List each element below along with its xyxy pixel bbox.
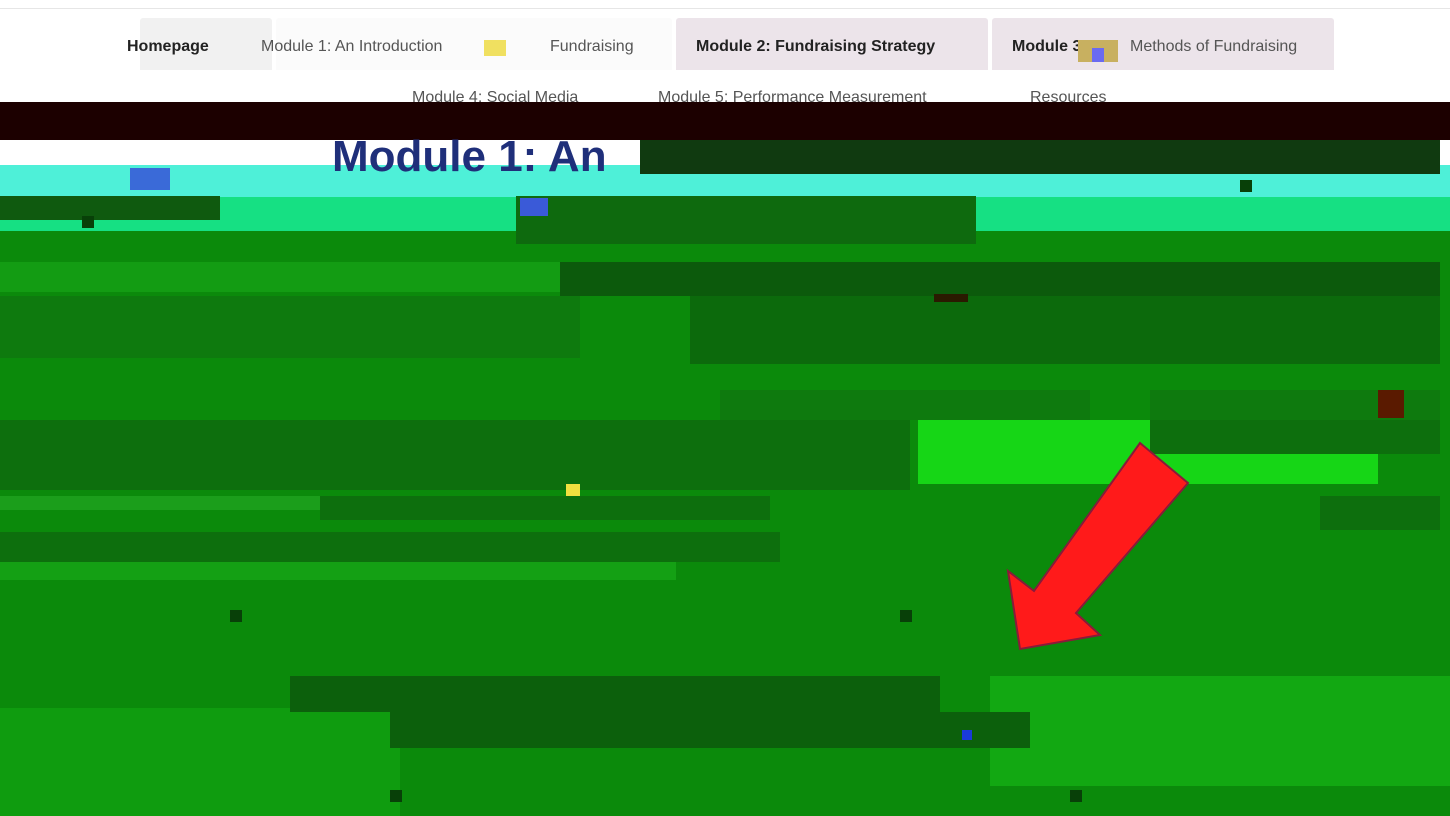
glitch-dot bbox=[1240, 180, 1252, 192]
glitch-dot bbox=[82, 216, 94, 228]
glitch-dot bbox=[390, 790, 402, 802]
glitch-speck bbox=[484, 40, 506, 56]
page-title: Module 1: An bbox=[332, 132, 607, 181]
content-lower-left-block bbox=[0, 708, 400, 816]
corrupted-text-line bbox=[560, 262, 1440, 296]
corrupted-text-line bbox=[0, 296, 580, 358]
red-arrow-down-left-icon bbox=[1006, 441, 1190, 651]
corrupted-text-line bbox=[0, 496, 320, 510]
glitch-dot bbox=[1070, 790, 1082, 802]
nav-item-homepage[interactable]: Homepage bbox=[127, 37, 209, 57]
corrupted-text-line bbox=[640, 140, 1440, 174]
glitch-speck bbox=[520, 198, 548, 216]
corrupted-text-line bbox=[1320, 496, 1440, 530]
glitch-speck bbox=[1092, 48, 1104, 62]
content-lower-block bbox=[990, 676, 1450, 786]
banner-dark-band bbox=[0, 102, 1450, 140]
page-stage: Homepage Module 1: An Introduction Fundr… bbox=[0, 0, 1450, 816]
corrupted-text-line bbox=[0, 196, 220, 220]
glitch-speck bbox=[962, 730, 972, 740]
corrupted-text-line bbox=[0, 532, 780, 562]
arrow-shape bbox=[1006, 441, 1190, 651]
content-band bbox=[0, 262, 560, 292]
glitch-dot bbox=[900, 610, 912, 622]
nav-top-rule bbox=[0, 8, 1450, 9]
corrupted-text-line bbox=[690, 296, 1440, 364]
corrupted-text-line bbox=[516, 196, 976, 244]
nav-item-module-1[interactable]: Module 1: An Introduction bbox=[261, 37, 442, 57]
glitch-speck bbox=[566, 484, 580, 496]
glitch-speck bbox=[1378, 390, 1404, 418]
nav-item-fundraising[interactable]: Fundraising bbox=[550, 37, 634, 57]
corrupted-text-line bbox=[290, 676, 940, 712]
nav-item-module-3[interactable]: Module 3: bbox=[1012, 37, 1087, 57]
nav-item-module-2[interactable]: Module 2: Fundraising Strategy bbox=[696, 37, 935, 57]
corrupted-text-line bbox=[0, 420, 910, 490]
corrupted-text-line bbox=[320, 496, 770, 520]
corrupted-text-line bbox=[720, 390, 1090, 420]
corrupted-text-line bbox=[390, 712, 1030, 748]
glitch-speck bbox=[934, 294, 968, 302]
corrupted-text-line bbox=[0, 562, 676, 580]
glitch-dot bbox=[230, 610, 242, 622]
glitch-speck bbox=[130, 168, 170, 190]
nav-item-methods-of-fundraising[interactable]: Methods of Fundraising bbox=[1130, 37, 1297, 57]
